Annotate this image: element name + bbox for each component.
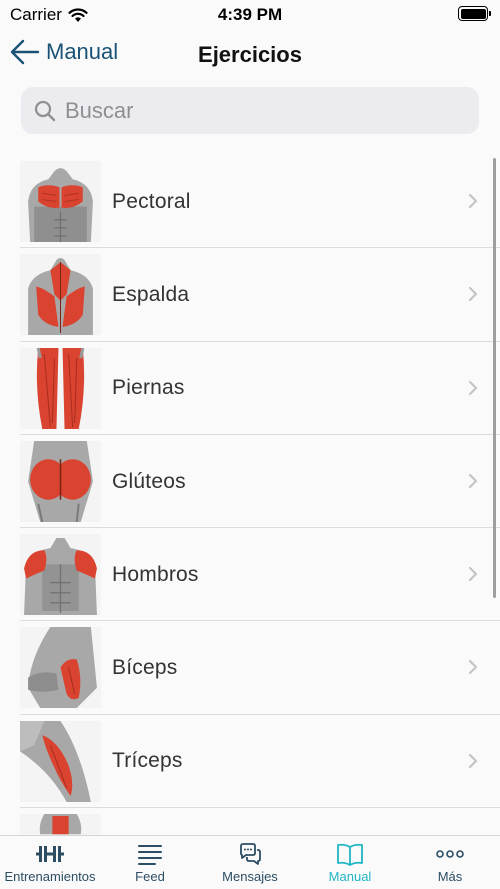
tab-bar: Entrenamientos Feed Mensajes Manual Más — [0, 835, 500, 889]
list-item-biceps[interactable]: Bíceps — [0, 621, 500, 716]
navigation-bar: Manual Ejercicios — [0, 30, 500, 80]
chevron-right-icon — [468, 473, 478, 488]
chevron-right-icon — [468, 287, 478, 302]
search-input[interactable] — [65, 97, 465, 124]
list-item-label: Tríceps — [112, 749, 183, 773]
tab-feed[interactable]: Feed — [100, 836, 200, 889]
list-item-partial[interactable] — [0, 808, 500, 835]
tab-mas[interactable]: Más — [400, 836, 500, 889]
chest-muscle-icon — [20, 161, 101, 242]
chevron-right-icon — [468, 660, 478, 675]
biceps-muscle-icon — [20, 627, 101, 709]
list-item-label: Bíceps — [112, 656, 178, 680]
list-item-gluteos[interactable]: Glúteos — [0, 435, 500, 529]
back-label: Manual — [46, 39, 119, 64]
exercise-list: Pectoral Espalda Piernas Glúteos Hombros… — [0, 155, 500, 835]
shoulders-muscle-icon — [20, 534, 101, 616]
chevron-right-icon — [468, 567, 478, 582]
scroll-indicator[interactable] — [493, 158, 496, 598]
battery-icon — [458, 6, 491, 21]
search-icon — [34, 100, 56, 121]
back-muscle-icon — [20, 254, 101, 336]
status-time: 4:39 PM — [217, 5, 283, 24]
legs-muscle-icon — [20, 347, 101, 429]
list-item-label: Pectoral — [112, 189, 191, 213]
feed-lines-icon — [138, 845, 162, 865]
tab-label: Entrenamientos — [4, 869, 96, 884]
list-item-label: Hombros — [112, 562, 199, 586]
list-item-label: Espalda — [112, 282, 190, 306]
chevron-right-icon — [468, 753, 478, 768]
more-dots-icon — [436, 850, 464, 858]
tab-mensajes[interactable]: Mensajes — [200, 836, 300, 889]
chevron-right-icon — [468, 380, 478, 395]
open-book-icon — [337, 843, 363, 866]
tab-label: Feed — [135, 869, 165, 884]
list-item-label: Glúteos — [112, 469, 186, 493]
list-item-hombros[interactable]: Hombros — [0, 528, 500, 622]
tab-label: Manual — [328, 869, 372, 884]
chevron-right-icon — [468, 193, 478, 209]
list-item-pectoral[interactable]: Pectoral — [0, 155, 500, 249]
status-bar: Carrier 4:39 PM — [0, 0, 500, 30]
tab-entrenamientos[interactable]: Entrenamientos — [0, 836, 100, 889]
dumbbell-icon — [36, 846, 64, 862]
tab-label: Más — [437, 869, 463, 884]
tab-label: Mensajes — [222, 869, 278, 884]
list-item-espalda[interactable]: Espalda — [0, 248, 500, 342]
search-bar[interactable] — [21, 87, 479, 134]
back-arrow-icon — [10, 39, 40, 65]
glutes-muscle-icon — [20, 440, 101, 522]
tab-manual[interactable]: Manual — [300, 836, 400, 889]
triceps-muscle-icon — [20, 720, 101, 802]
abs-muscle-icon — [20, 814, 101, 835]
list-item-label: Piernas — [112, 376, 185, 400]
back-button[interactable]: Manual — [10, 38, 118, 66]
list-item-triceps[interactable]: Tríceps — [0, 715, 500, 809]
chat-bubbles-icon — [240, 843, 261, 865]
list-item-piernas[interactable]: Piernas — [0, 342, 500, 436]
